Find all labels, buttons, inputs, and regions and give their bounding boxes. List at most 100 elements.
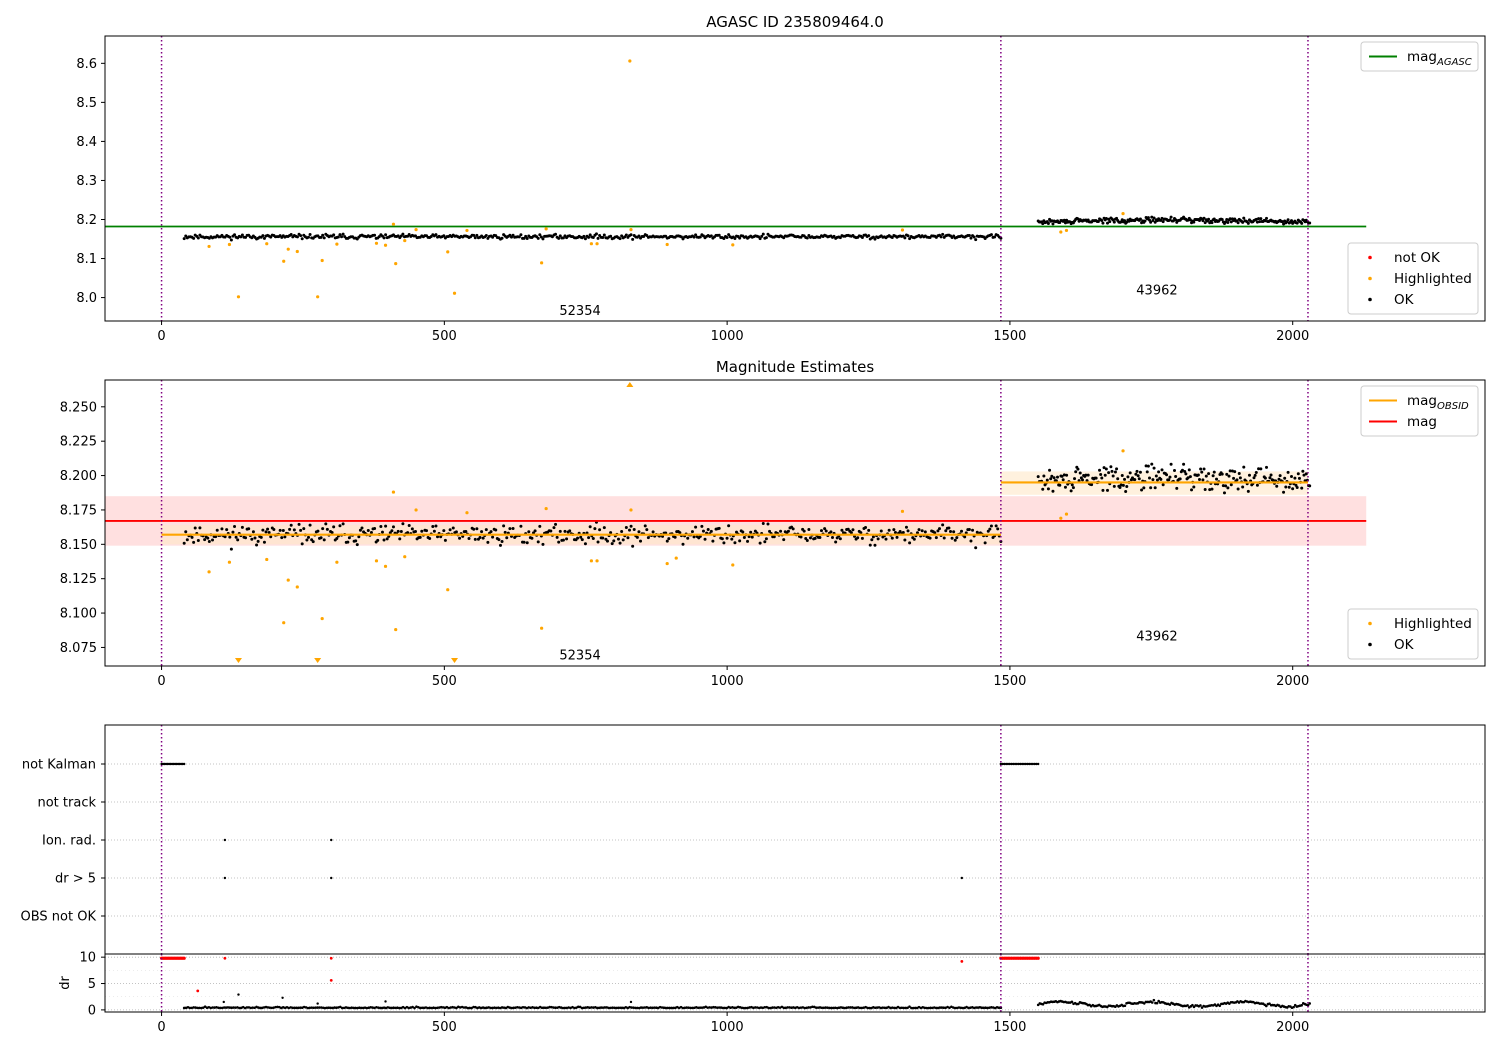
middle-ok-point — [1080, 478, 1084, 482]
middle-xtick-label-2000: 2000 — [1276, 674, 1309, 689]
middle-ok-point — [1125, 485, 1129, 489]
middle-ok-point — [1259, 467, 1263, 471]
flags-row-label: Ion. rad. — [42, 834, 96, 849]
flags-row-label: dr > 5 — [55, 872, 96, 887]
middle-ok-point — [1284, 485, 1288, 489]
middle-ok-point — [338, 524, 342, 528]
middle-ok-point — [1157, 470, 1161, 474]
middle-ok-point — [1150, 462, 1154, 466]
top-xtick-label-500: 500 — [432, 329, 457, 344]
middle-highlighted-point — [335, 560, 339, 564]
middle-ok-point — [1146, 464, 1150, 468]
middle-ok-point — [500, 540, 504, 544]
middle-ok-point — [741, 530, 745, 534]
top-ok-point — [1101, 221, 1105, 225]
top-ok-point — [384, 233, 388, 237]
middle-ok-point — [612, 539, 616, 543]
panel-dr: dr 0 500 1000 1500 2000 0 5 10 — [58, 951, 1486, 1035]
middle-ok-point — [480, 530, 484, 534]
middle-ok-point — [220, 527, 224, 531]
middle-highlighted-point — [465, 511, 469, 515]
middle-ok-point — [1282, 490, 1286, 494]
figure: AGASC ID 235809464.0 52354439620 500 1000 1… — [21, 13, 1486, 1035]
middle-ok-point — [840, 528, 844, 532]
top-ok-point — [373, 233, 377, 237]
middle-ok-point — [211, 538, 215, 542]
middle-ok-point — [1124, 490, 1128, 494]
middle-ok-point — [347, 536, 351, 540]
middle-ok-point — [266, 527, 270, 531]
middle-ok-point — [549, 529, 553, 533]
middle-ok-point — [879, 529, 883, 533]
middle-ok-point — [399, 529, 403, 533]
middle-ok-point — [262, 540, 266, 544]
middle-ok-point — [1222, 491, 1226, 495]
middle-ok-point — [628, 528, 632, 532]
middle-ok-point — [618, 541, 622, 545]
middle-ok-point — [890, 536, 894, 540]
middle-ok-point — [1137, 477, 1141, 481]
middle-ok-point — [207, 540, 211, 544]
middle-ok-point — [1140, 488, 1144, 492]
middle-ok-point — [1094, 476, 1098, 480]
middle-ok-point — [472, 527, 476, 531]
middle-ok-point — [484, 528, 488, 532]
middle-ok-point — [1112, 484, 1116, 488]
top-ok-point — [1295, 221, 1299, 225]
middle-ok-point — [725, 536, 729, 540]
flags-axes-frame — [104, 724, 1486, 955]
middle-ok-point — [903, 538, 907, 542]
middle-ok-point — [1115, 467, 1119, 471]
middle-ok-point — [1227, 474, 1231, 478]
middle-ok-point — [231, 530, 235, 534]
middle-ok-point — [632, 528, 636, 532]
top-ok-point — [974, 238, 978, 242]
middle-ok-point — [1073, 477, 1077, 481]
top-highlighted-point — [265, 242, 269, 246]
top-ok-point — [519, 233, 523, 237]
middle-ok-point — [410, 527, 414, 531]
top-ok-point — [233, 233, 237, 237]
middle-ok-point — [1116, 477, 1120, 481]
top-ok-point — [906, 234, 910, 238]
middle-ok-point — [758, 541, 762, 545]
middle-ok-point — [1236, 487, 1240, 491]
middle-ok-point — [864, 525, 868, 529]
middle-ok-point — [996, 527, 1000, 531]
middle-ok-point — [432, 529, 436, 533]
middle-ok-point — [1111, 474, 1115, 478]
middle-ok-point — [1056, 475, 1060, 479]
top-ok-point — [587, 235, 591, 239]
top-ok-point — [228, 235, 232, 239]
middle-ok-point — [949, 529, 953, 533]
dr-xtick-label-0: 0 — [157, 1020, 165, 1035]
flags-row-label: not track — [37, 796, 96, 811]
middle-highlighted-point — [665, 561, 669, 566]
middle-ok-point — [554, 522, 558, 526]
top-ok-point — [1051, 222, 1055, 226]
middle-ok-point — [635, 535, 639, 539]
middle-ok-point — [373, 527, 377, 531]
middle-ok-point — [203, 538, 207, 542]
middle-ok-point — [272, 528, 276, 532]
middle-ok-point — [385, 537, 389, 541]
top-ok-point — [805, 236, 809, 240]
top-ok-point — [308, 232, 312, 236]
middle-ok-point — [580, 538, 584, 542]
middle-ok-point — [192, 540, 196, 544]
middle-ok-point — [860, 536, 864, 540]
middle-ok-point — [448, 528, 452, 532]
middle-ok-point — [709, 529, 713, 533]
middle-ok-point — [533, 529, 537, 533]
panel-magnitude-estimates: Magnitude Estimates 52354 43962 0 500 1000 15… — [60, 358, 1486, 689]
middle-ok-point — [1103, 473, 1107, 477]
top-ok-point — [764, 236, 768, 240]
middle-offscale-low-marker — [451, 658, 459, 663]
middle-ok-point — [182, 541, 186, 545]
top-highlighted-point — [320, 258, 324, 263]
middle-xtick-label-0: 0 — [157, 674, 165, 689]
middle-ok-point — [1269, 473, 1273, 477]
middle-ok-point — [1196, 473, 1200, 477]
middle-ok-point — [871, 535, 875, 539]
middle-ok-point — [1151, 478, 1155, 482]
